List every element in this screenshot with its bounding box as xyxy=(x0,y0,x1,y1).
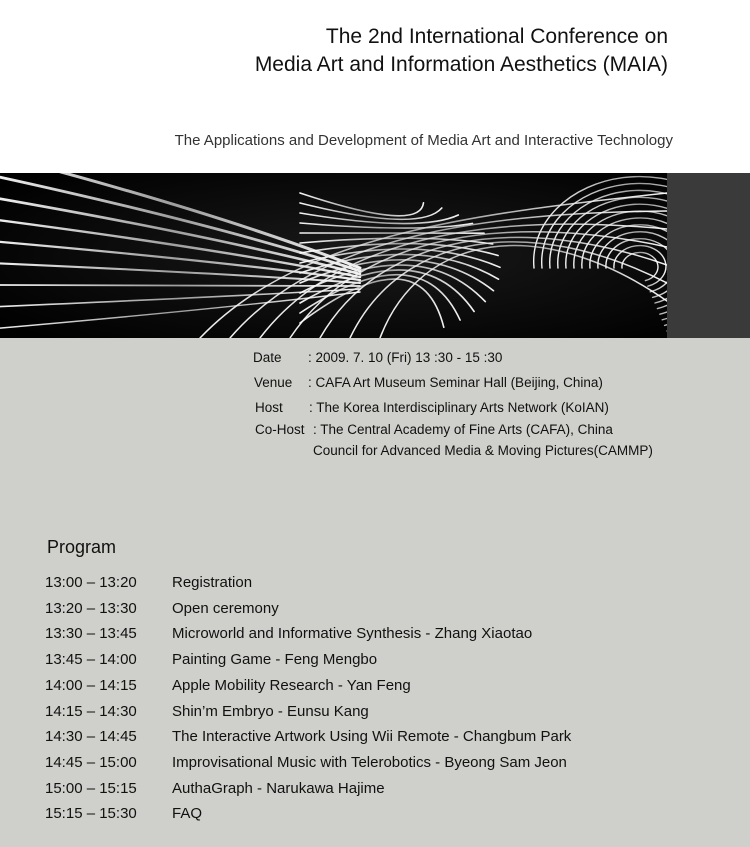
program-session: Improvisational Music with Telerobotics … xyxy=(172,753,567,771)
date-label: Date xyxy=(253,350,282,365)
conference-subtitle: The Applications and Development of Medi… xyxy=(174,132,673,149)
header-area: The 2nd International Conference on Medi… xyxy=(0,0,750,173)
cohost-value-line1: : The Central Academy of Fine Arts (CAFA… xyxy=(313,422,613,437)
banner-side-panel xyxy=(667,173,750,338)
date-value: : 2009. 7. 10 (Fri) 13 :30 - 15 :30 xyxy=(308,350,503,365)
conference-title-line2: Media Art and Information Aesthetics (MA… xyxy=(254,53,668,76)
program-time: 13:45 – 14:00 xyxy=(45,651,137,669)
program-session: Open ceremony xyxy=(172,599,279,617)
program-time: 14:15 – 14:30 xyxy=(45,702,137,720)
banner-image xyxy=(0,173,750,338)
cohost-value-line2: Council for Advanced Media & Moving Pict… xyxy=(313,443,653,458)
conference-poster: The 2nd International Conference on Medi… xyxy=(0,0,750,847)
program-session: The Interactive Artwork Using Wii Remote… xyxy=(172,728,572,746)
program-heading: Program xyxy=(47,537,117,557)
program-session: Painting Game - Feng Mengbo xyxy=(172,651,378,669)
banner-artwork xyxy=(0,173,667,338)
program-session: AuthaGraph - Narukawa Hajime xyxy=(172,779,385,797)
program-time: 13:20 – 13:30 xyxy=(45,599,137,617)
host-label: Host xyxy=(255,400,283,415)
program-time: 15:15 – 15:30 xyxy=(45,805,137,823)
program-session: Apple Mobility Research - Yan Feng xyxy=(172,676,411,694)
program-time: 14:00 – 14:15 xyxy=(45,676,137,694)
program-time: 14:45 – 15:00 xyxy=(45,753,137,771)
cohost-label: Co-Host xyxy=(255,422,305,437)
host-value: : The Korea Interdisciplinary Arts Netwo… xyxy=(309,400,609,415)
program-session: FAQ xyxy=(172,805,203,823)
program-time: 14:30 – 14:45 xyxy=(45,728,137,746)
program-session: Microworld and Informative Synthesis - Z… xyxy=(172,625,533,643)
program-time: 13:00 – 13:20 xyxy=(45,574,137,591)
program-time: 13:30 – 13:45 xyxy=(45,625,137,643)
program-session: Registration xyxy=(172,574,253,591)
program-session: Shin’m Embryo - Eunsu Kang xyxy=(172,702,369,720)
conference-title-line1: The 2nd International Conference on xyxy=(325,25,668,48)
venue-label: Venue xyxy=(254,375,293,390)
venue-value: : CAFA Art Museum Seminar Hall (Beijing,… xyxy=(308,375,603,390)
program-time: 15:00 – 15:15 xyxy=(45,779,137,797)
